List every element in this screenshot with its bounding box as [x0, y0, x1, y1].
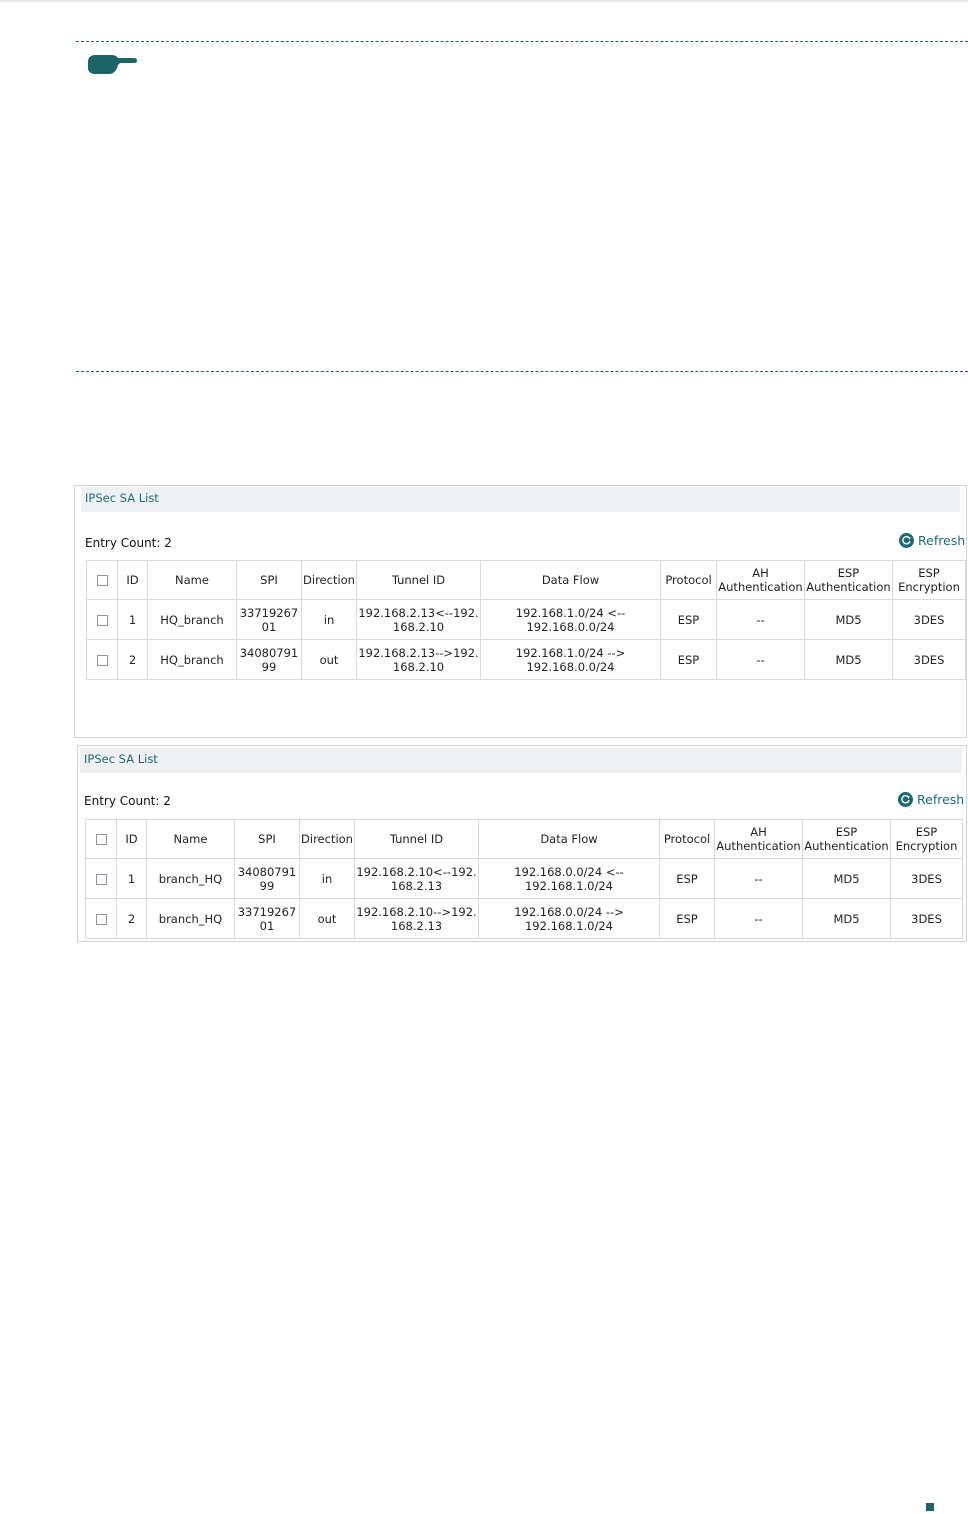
table-row: 2 branch_HQ 3371926701 out 192.168.2.10-… — [85, 898, 963, 939]
col-header-name: Name — [147, 560, 237, 600]
cell-direction: in — [301, 599, 357, 640]
cell-esp-encryption: 3DES — [892, 599, 966, 640]
panel-title: IPSec SA List — [80, 748, 962, 773]
cell-tunnel-id: 192.168.2.10-->192.168.2.13 — [354, 898, 479, 939]
entry-count: Entry Count: 2 — [85, 536, 172, 550]
cell-esp-authentication: MD5 — [804, 599, 893, 640]
pointing-hand-icon — [88, 55, 137, 74]
select-all-cell[interactable] — [86, 560, 118, 600]
col-header-esp-encryption: ESP Encryption — [892, 560, 966, 600]
cell-esp-authentication: MD5 — [804, 639, 893, 680]
cell-direction: in — [299, 858, 355, 899]
col-header-name: Name — [146, 819, 235, 859]
cell-ah-authentication: -- — [714, 898, 803, 939]
col-header-protocol: Protocol — [660, 560, 717, 600]
cell-id: 2 — [116, 898, 147, 939]
table-row: 1 HQ_branch 3371926701 in 192.168.2.13<-… — [86, 599, 966, 640]
refresh-button[interactable]: Refresh — [898, 792, 964, 807]
select-all-cell[interactable] — [85, 819, 117, 859]
col-header-ah-authentication: AH Authentication — [716, 560, 805, 600]
col-header-direction: Direction — [301, 560, 357, 600]
cell-tunnel-id: 192.168.2.13-->192.168.2.10 — [356, 639, 481, 680]
cell-protocol: ESP — [660, 599, 717, 640]
cell-direction: out — [299, 898, 355, 939]
cell-ah-authentication: -- — [716, 639, 805, 680]
col-header-esp-encryption: ESP Encryption — [890, 819, 963, 859]
cell-spi: 3371926701 — [236, 599, 302, 640]
top-rule — [0, 0, 968, 2]
cell-data-flow: 192.168.1.0/24 <-- 192.168.0.0/24 — [480, 599, 661, 640]
table-header-row: ID Name SPI Direction Tunnel ID Data Flo… — [85, 819, 963, 859]
row-select-cell[interactable] — [86, 639, 118, 680]
cell-protocol: ESP — [659, 858, 715, 899]
cell-ah-authentication: -- — [716, 599, 805, 640]
sa-table: ID Name SPI Direction Tunnel ID Data Flo… — [86, 560, 966, 680]
col-header-tunnel-id: Tunnel ID — [356, 560, 481, 600]
sa-table: ID Name SPI Direction Tunnel ID Data Flo… — [85, 819, 963, 939]
ipsec-sa-list-panel-branch: IPSec SA List Entry Count: 2 Refresh ID … — [77, 745, 967, 942]
refresh-button[interactable]: Refresh — [899, 533, 965, 548]
cell-esp-encryption: 3DES — [892, 639, 966, 680]
cell-protocol: ESP — [660, 639, 717, 680]
col-header-esp-authentication: ESP Authentication — [804, 560, 893, 600]
row-checkbox[interactable] — [96, 614, 108, 626]
col-header-spi: SPI — [234, 819, 300, 859]
cell-id: 1 — [117, 599, 148, 640]
col-header-data-flow: Data Flow — [478, 819, 660, 859]
refresh-icon — [899, 533, 914, 548]
cell-data-flow: 192.168.0.0/24 <-- 192.168.1.0/24 — [478, 858, 660, 899]
col-header-ah-authentication: AH Authentication — [714, 819, 803, 859]
cell-spi: 3408079199 — [234, 858, 300, 899]
col-header-data-flow: Data Flow — [480, 560, 661, 600]
cell-esp-encryption: 3DES — [890, 898, 963, 939]
entry-count: Entry Count: 2 — [84, 794, 171, 808]
cell-data-flow: 192.168.0.0/24 --> 192.168.1.0/24 — [478, 898, 660, 939]
cell-name: branch_HQ — [146, 898, 235, 939]
col-header-id: ID — [116, 819, 147, 859]
cell-tunnel-id: 192.168.2.13<--192.168.2.10 — [356, 599, 481, 640]
cell-data-flow: 192.168.1.0/24 --> 192.168.0.0/24 — [480, 639, 661, 680]
cell-name: HQ_branch — [147, 639, 237, 680]
select-all-checkbox[interactable] — [95, 834, 107, 845]
cell-spi: 3408079199 — [236, 639, 302, 680]
cell-name: branch_HQ — [146, 858, 235, 899]
cell-name: HQ_branch — [147, 599, 237, 640]
cell-id: 1 — [116, 858, 147, 899]
cell-direction: out — [301, 639, 357, 680]
col-header-spi: SPI — [236, 560, 302, 600]
table-header-row: ID Name SPI Direction Tunnel ID Data Flo… — [86, 560, 966, 600]
row-select-cell[interactable] — [85, 898, 117, 939]
page-corner-mark — [926, 1503, 934, 1511]
cell-tunnel-id: 192.168.2.10<--192.168.2.13 — [354, 858, 479, 899]
cell-spi: 3371926701 — [234, 898, 300, 939]
refresh-icon — [898, 792, 913, 807]
cell-id: 2 — [117, 639, 148, 680]
row-checkbox[interactable] — [95, 873, 107, 885]
ipsec-sa-list-panel-hq: IPSec SA List Entry Count: 2 Refresh ID … — [74, 485, 967, 738]
row-select-cell[interactable] — [85, 858, 117, 899]
refresh-label: Refresh — [917, 792, 965, 807]
cell-esp-authentication: MD5 — [802, 858, 891, 899]
panel-title: IPSec SA List — [81, 487, 960, 512]
cell-protocol: ESP — [659, 898, 715, 939]
cell-esp-authentication: MD5 — [802, 898, 891, 939]
col-header-id: ID — [117, 560, 148, 600]
row-checkbox[interactable] — [96, 654, 108, 666]
cell-ah-authentication: -- — [714, 858, 803, 899]
note-top-divider — [76, 41, 968, 42]
refresh-label: Refresh — [918, 533, 966, 548]
col-header-protocol: Protocol — [659, 819, 715, 859]
table-row: 1 branch_HQ 3408079199 in 192.168.2.10<-… — [85, 858, 963, 899]
table-row: 2 HQ_branch 3408079199 out 192.168.2.13-… — [86, 639, 966, 680]
cell-esp-encryption: 3DES — [890, 858, 963, 899]
col-header-tunnel-id: Tunnel ID — [354, 819, 479, 859]
row-select-cell[interactable] — [86, 599, 118, 640]
row-checkbox[interactable] — [95, 913, 107, 925]
note-bottom-divider — [76, 371, 968, 372]
col-header-esp-authentication: ESP Authentication — [802, 819, 891, 859]
select-all-checkbox[interactable] — [96, 575, 108, 586]
col-header-direction: Direction — [299, 819, 355, 859]
